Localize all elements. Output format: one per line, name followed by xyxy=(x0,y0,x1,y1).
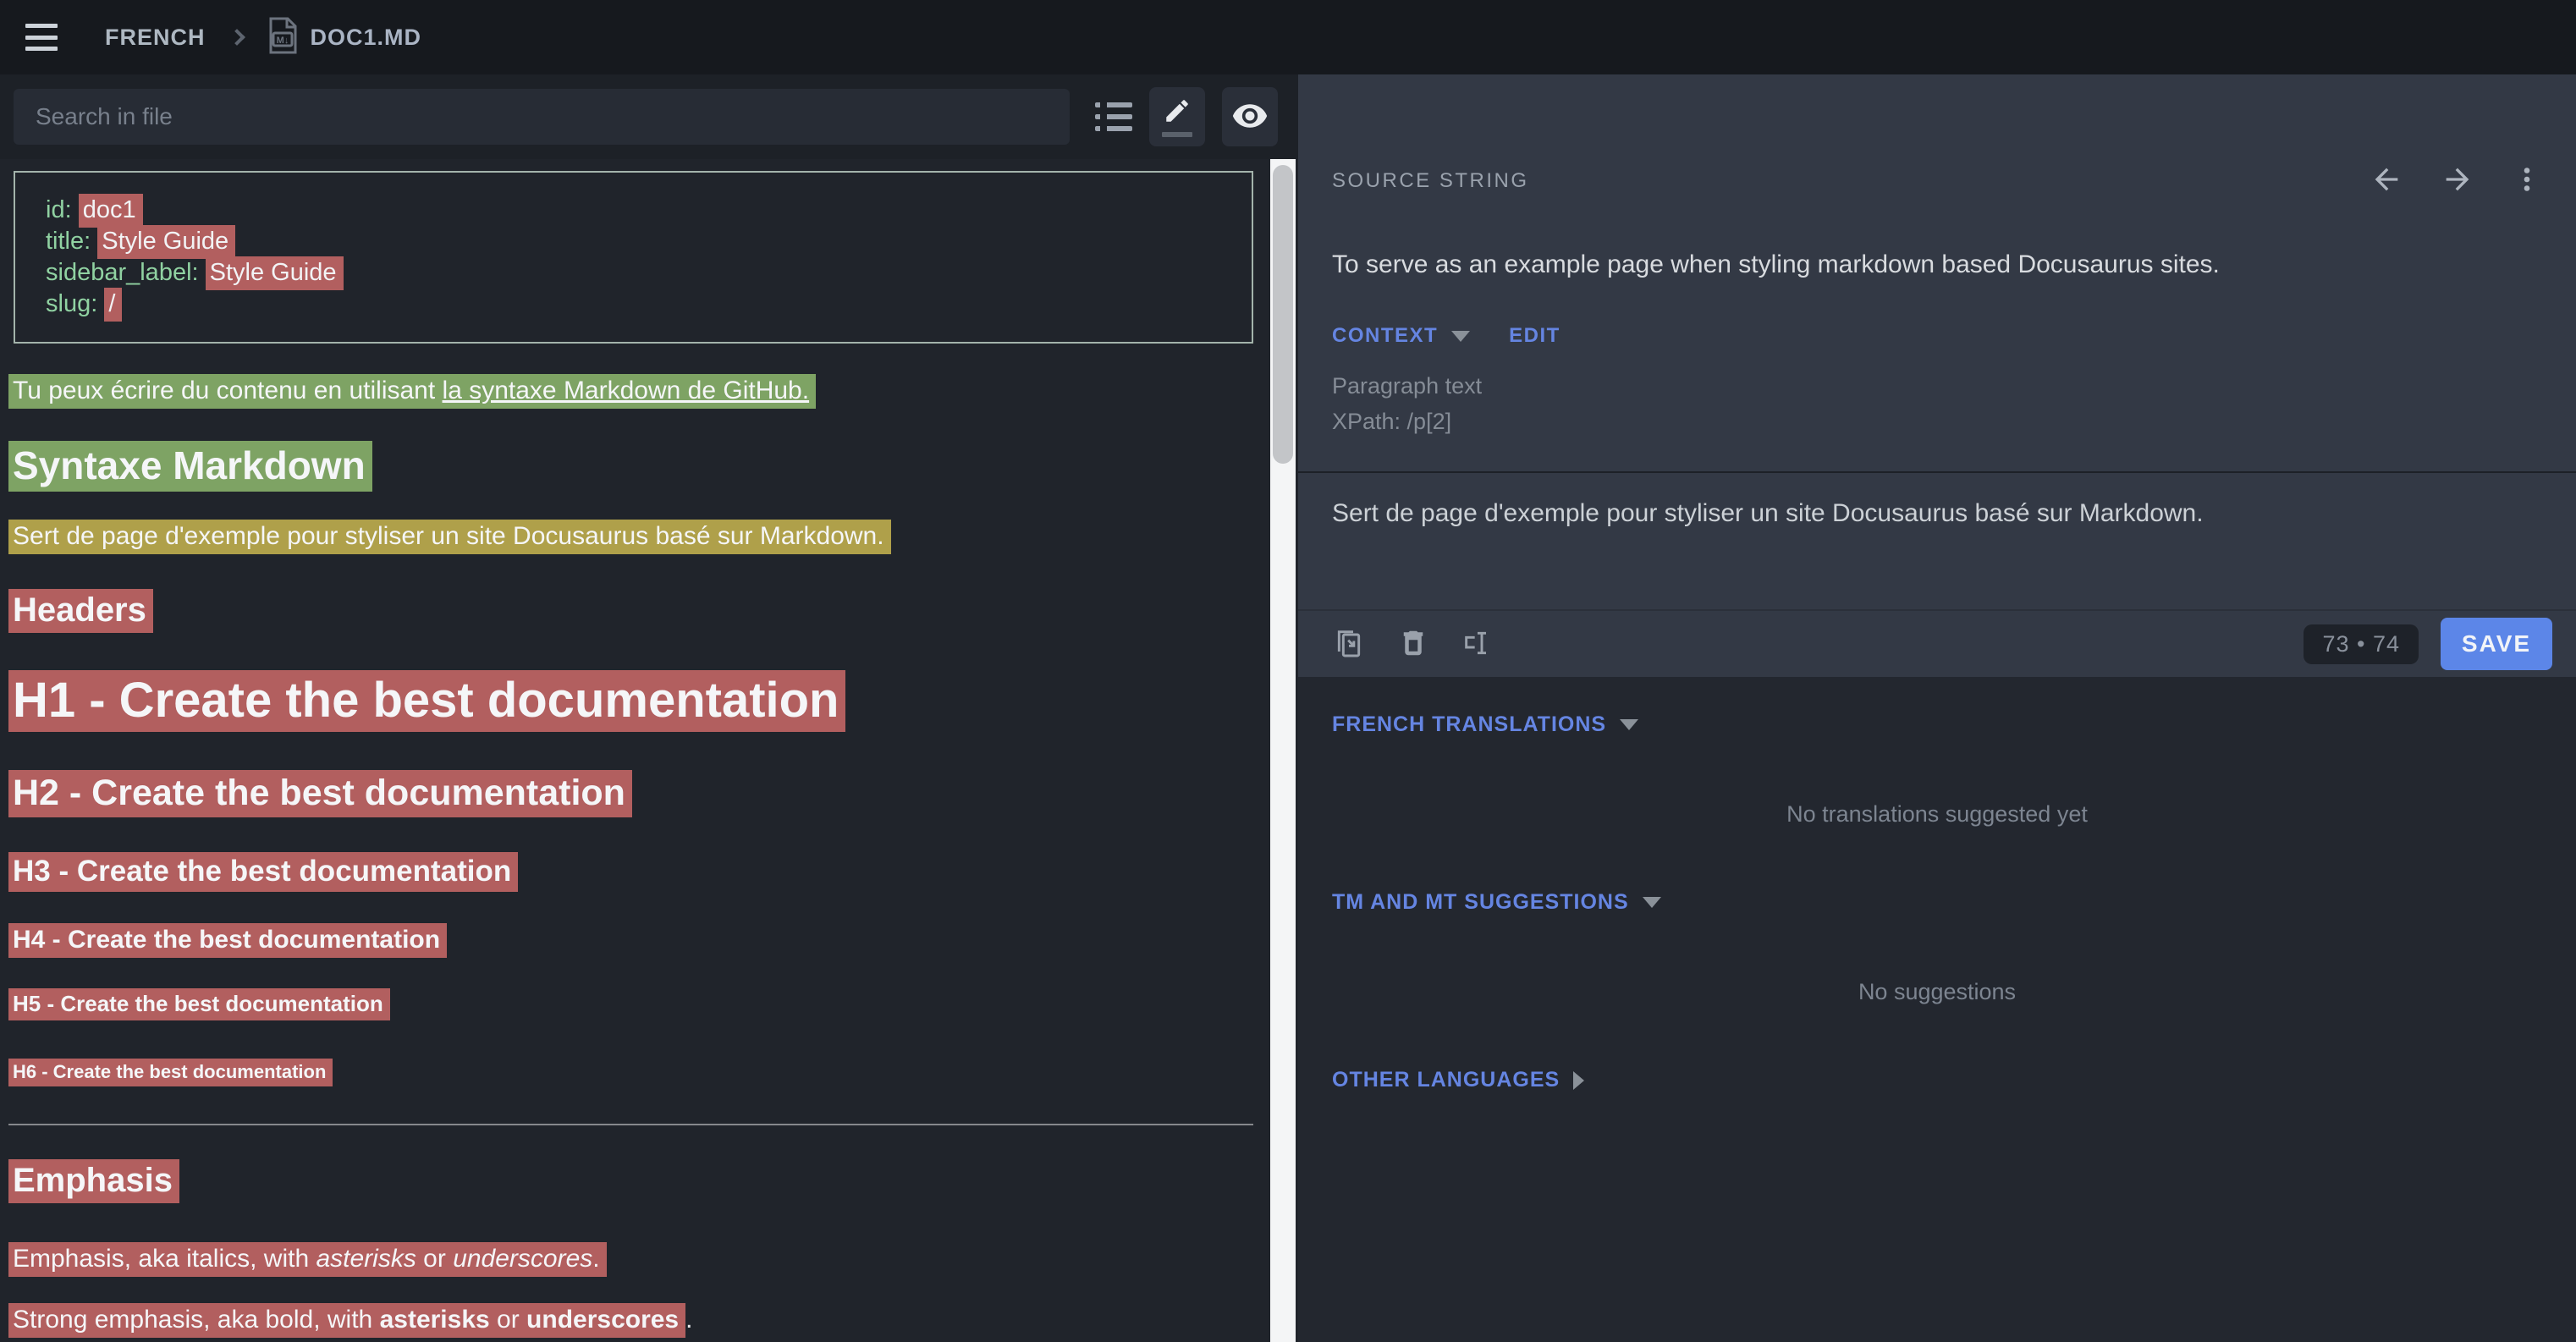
doc-string[interactable]: Headers xyxy=(8,587,1273,633)
no-suggestions-message: No suggestions xyxy=(1332,979,2542,1005)
frontmatter-value-string[interactable]: doc1 xyxy=(79,194,143,228)
kebab-menu-icon xyxy=(2512,164,2542,197)
translation-panel: SOURCE STRING xyxy=(1298,74,2576,1342)
context-xpath: XPath: /p[2] xyxy=(1332,404,2542,439)
arrow-right-icon xyxy=(2441,162,2474,199)
caret-down-icon xyxy=(1620,719,1638,730)
french-translations-section[interactable]: FRENCH TRANSLATIONS xyxy=(1332,712,2542,737)
suggestions-area: FRENCH TRANSLATIONS No translations sugg… xyxy=(1298,677,2576,1342)
doc-body: Tu peux écrire du contenu en utilisant l… xyxy=(8,372,1273,1339)
next-string-button[interactable] xyxy=(2441,162,2474,199)
document-toolbar xyxy=(0,74,1298,159)
frontmatter-block: id: doc1title: Style Guidesidebar_label:… xyxy=(14,171,1253,344)
previous-string-button[interactable] xyxy=(2370,162,2403,199)
source-string-card: SOURCE STRING xyxy=(1298,74,2576,677)
arrow-left-icon xyxy=(2370,162,2403,199)
translation-divider xyxy=(1298,471,2576,473)
search-input[interactable] xyxy=(14,103,1070,130)
search-box xyxy=(14,89,1070,145)
source-text: To serve as an example page when styling… xyxy=(1332,248,2542,282)
eye-icon xyxy=(1231,97,1269,137)
markdown-file-icon: M↓ xyxy=(268,17,297,58)
select-text-button[interactable] xyxy=(1461,626,1494,663)
tm-mt-section[interactable]: TM AND MT SUGGESTIONS xyxy=(1332,890,2542,915)
doc-string[interactable]: H3 - Create the best documentation xyxy=(8,851,1273,892)
frontmatter-value-string[interactable]: Style Guide xyxy=(206,256,344,290)
text-cursor-icon xyxy=(1461,626,1494,663)
doc-string[interactable]: H2 - Create the best documentation xyxy=(8,768,1273,817)
french-translations-label[interactable]: FRENCH TRANSLATIONS xyxy=(1332,712,1606,737)
svg-text:M↓: M↓ xyxy=(276,36,289,46)
more-options-button[interactable] xyxy=(2512,164,2542,197)
tm-mt-label[interactable]: TM AND MT SUGGESTIONS xyxy=(1332,890,1629,915)
frontmatter-line: id: doc1 xyxy=(46,195,1221,226)
frontmatter-value-string[interactable]: / xyxy=(104,288,122,322)
other-languages-section[interactable]: OTHER LANGUAGES xyxy=(1332,1068,2542,1092)
context-toggle[interactable]: CONTEXT xyxy=(1332,324,1438,348)
caret-right-icon xyxy=(1573,1071,1584,1090)
source-string-header: SOURCE STRING xyxy=(1332,74,2542,199)
doc-string[interactable]: Sert de page d'exemple pour styliser un … xyxy=(8,518,1273,555)
hamburger-menu-icon[interactable] xyxy=(25,24,58,51)
context-info: Paragraph text XPath: /p[2] xyxy=(1332,368,2542,439)
doc-string[interactable]: Emphasis xyxy=(8,1158,1273,1203)
horizontal-rule xyxy=(8,1124,1253,1125)
edit-mode-underline xyxy=(1162,132,1192,137)
copy-source-button[interactable] xyxy=(1332,626,1366,663)
save-button[interactable]: SAVE xyxy=(2441,618,2552,670)
frontmatter-key: id: xyxy=(46,196,79,223)
doc-string[interactable]: Strong emphasis, aka bold, with asterisk… xyxy=(8,1301,1273,1339)
caret-down-icon[interactable] xyxy=(1451,331,1470,342)
frontmatter-value-string[interactable]: Style Guide xyxy=(97,225,235,259)
frontmatter-line: sidebar_label: Style Guide xyxy=(46,257,1221,289)
document-content: id: doc1title: Style Guidesidebar_label:… xyxy=(0,159,1298,1342)
doc-string[interactable]: H5 - Create the best documentation xyxy=(8,988,1273,1020)
breadcrumb-language[interactable]: FRENCH xyxy=(105,25,206,51)
strings-list-icon[interactable] xyxy=(1095,102,1132,131)
main-split: id: doc1title: Style Guidesidebar_label:… xyxy=(0,74,2576,1342)
frontmatter-line: slug: / xyxy=(46,289,1221,320)
caret-down-icon xyxy=(1643,897,1661,908)
doc-string[interactable]: Syntaxe Markdown xyxy=(8,440,1273,491)
doc-string[interactable]: H1 - Create the best documentation xyxy=(8,668,1273,733)
frontmatter-line: title: Style Guide xyxy=(46,226,1221,257)
breadcrumb-file-name[interactable]: DOC1.MD xyxy=(311,25,422,51)
scrollbar-thumb[interactable] xyxy=(1273,165,1293,464)
character-counter: 73 • 74 xyxy=(2304,624,2419,664)
no-translations-message: No translations suggested yet xyxy=(1332,801,2542,828)
translation-toolbar: 73 • 74 SAVE xyxy=(1298,609,2576,677)
translation-input[interactable]: Sert de page d'exemple pour styliser un … xyxy=(1332,497,2542,531)
pencil-icon xyxy=(1163,96,1192,128)
document-pane: id: doc1title: Style Guidesidebar_label:… xyxy=(0,74,1298,1342)
doc-string[interactable]: H6 - Create the best documentation xyxy=(8,1059,1273,1085)
doc-string[interactable]: H4 - Create the best documentation xyxy=(8,922,1273,958)
edit-context-button[interactable]: EDIT xyxy=(1509,324,1560,348)
top-bar: FRENCH M↓ DOC1.MD xyxy=(0,0,2576,74)
context-type: Paragraph text xyxy=(1332,368,2542,404)
doc-string[interactable]: Tu peux écrire du contenu en utilisant l… xyxy=(8,372,1273,410)
trash-icon xyxy=(1398,627,1428,662)
doc-string[interactable]: Emphasis, aka italics, with asterisks or… xyxy=(8,1240,1273,1278)
breadcrumb-chevron-icon xyxy=(228,29,245,46)
preview-mode-button[interactable] xyxy=(1222,87,1278,146)
frontmatter-key: title: xyxy=(46,228,97,255)
app-root: FRENCH M↓ DOC1.MD xyxy=(0,0,2576,1342)
delete-translation-button[interactable] xyxy=(1398,627,1428,662)
context-row: CONTEXT EDIT xyxy=(1332,324,2542,348)
frontmatter-key: slug: xyxy=(46,290,104,317)
frontmatter-key: sidebar_label: xyxy=(46,259,206,286)
copy-source-icon xyxy=(1332,626,1366,663)
other-languages-label[interactable]: OTHER LANGUAGES xyxy=(1332,1068,1560,1092)
edit-mode-button[interactable] xyxy=(1149,87,1205,146)
document-scrollbar[interactable] xyxy=(1270,159,1296,1342)
source-string-label: SOURCE STRING xyxy=(1332,169,1529,193)
